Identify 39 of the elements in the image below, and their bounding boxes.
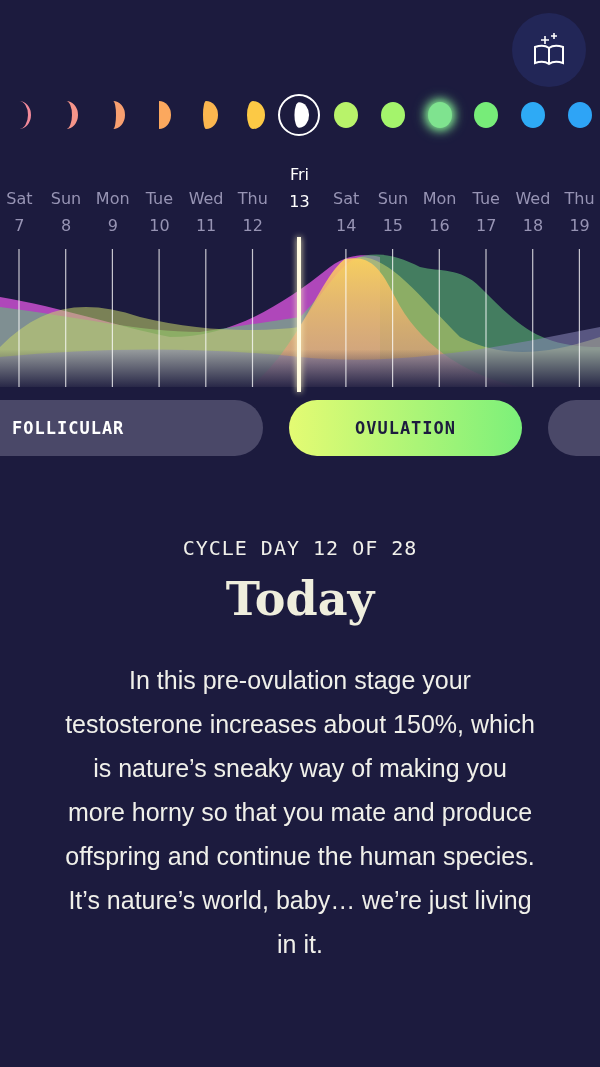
moon-phase-icon[interactable]: [520, 101, 545, 129]
phase-tab[interactable]: FOLLICULAR: [0, 400, 263, 456]
weekday-label: Wed: [188, 188, 224, 210]
date-label[interactable]: 15: [382, 215, 403, 237]
weekday-label: Sat: [333, 188, 360, 210]
date-label[interactable]: 16: [429, 215, 450, 237]
weekday-label: Mon: [95, 188, 130, 210]
weekday-label: Sun: [377, 188, 409, 210]
weekday-label: Thu: [564, 188, 595, 210]
phase-description: In this pre-ovulation stage your testosterone increases about 150%, which is nature’s sneaky way of making you more horny so that you mate and produce offspring and continue the human species. It’s nature’s world, baby… we’re just living in it.: [65, 665, 535, 960]
date-label[interactable]: 12: [242, 215, 263, 237]
date-label[interactable]: 18: [522, 215, 544, 237]
weekday-label: Sat: [6, 188, 33, 210]
date-label[interactable]: 8: [60, 215, 72, 237]
moon-phase-icon[interactable]: [567, 101, 592, 129]
day-title: Today: [225, 572, 375, 626]
date-label[interactable]: 7: [14, 215, 25, 237]
weekday-label: Tue: [472, 188, 500, 210]
today-marker[interactable]: [297, 237, 302, 392]
weekday-label: Tue: [145, 188, 174, 210]
weekday-label: Thu: [237, 188, 268, 210]
cycle-day-label: CYCLE DAY 12 OF 28: [182, 536, 418, 560]
date-label[interactable]: 10: [149, 215, 170, 237]
date-label[interactable]: 9: [107, 215, 118, 237]
moon-phase-icon[interactable]: [474, 101, 499, 129]
phase-tab[interactable]: OVULATION: [289, 400, 522, 456]
moon-phase-icon[interactable]: [334, 101, 359, 129]
date-label[interactable]: 17: [476, 215, 497, 237]
date-label[interactable]: 19: [569, 215, 590, 237]
date-label[interactable]: 14: [335, 215, 357, 237]
weekday-label: Sun: [50, 188, 82, 210]
weekday-label: Wed: [515, 188, 551, 210]
weekday-label: Fri: [289, 164, 309, 186]
book-sparkle-icon: [533, 33, 565, 67]
date-label[interactable]: 11: [195, 215, 217, 237]
moon-phase-icon[interactable]: [380, 101, 405, 129]
date-label[interactable]: 13: [289, 191, 310, 213]
weekday-label: Mon: [422, 188, 457, 210]
moon-phase-icon[interactable]: [278, 94, 321, 136]
